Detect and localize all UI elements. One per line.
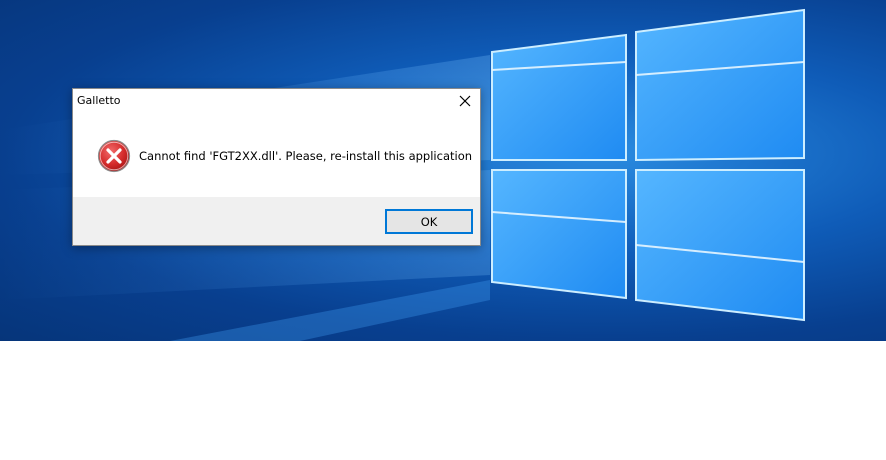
dialog-title: Galletto	[77, 94, 121, 107]
error-dialog: Galletto Cannot find 'FGT2XX.dll'. Pleas…	[72, 88, 481, 246]
dialog-titlebar[interactable]: Galletto	[73, 89, 480, 113]
blank-area	[0, 341, 886, 460]
close-icon	[459, 95, 471, 107]
dialog-content: Cannot find 'FGT2XX.dll'. Please, re-ins…	[73, 113, 480, 197]
ok-button[interactable]: OK	[385, 209, 473, 234]
dialog-footer: OK	[73, 197, 480, 245]
error-icon	[97, 139, 131, 173]
close-button[interactable]	[450, 89, 480, 113]
error-message: Cannot find 'FGT2XX.dll'. Please, re-ins…	[139, 149, 473, 163]
